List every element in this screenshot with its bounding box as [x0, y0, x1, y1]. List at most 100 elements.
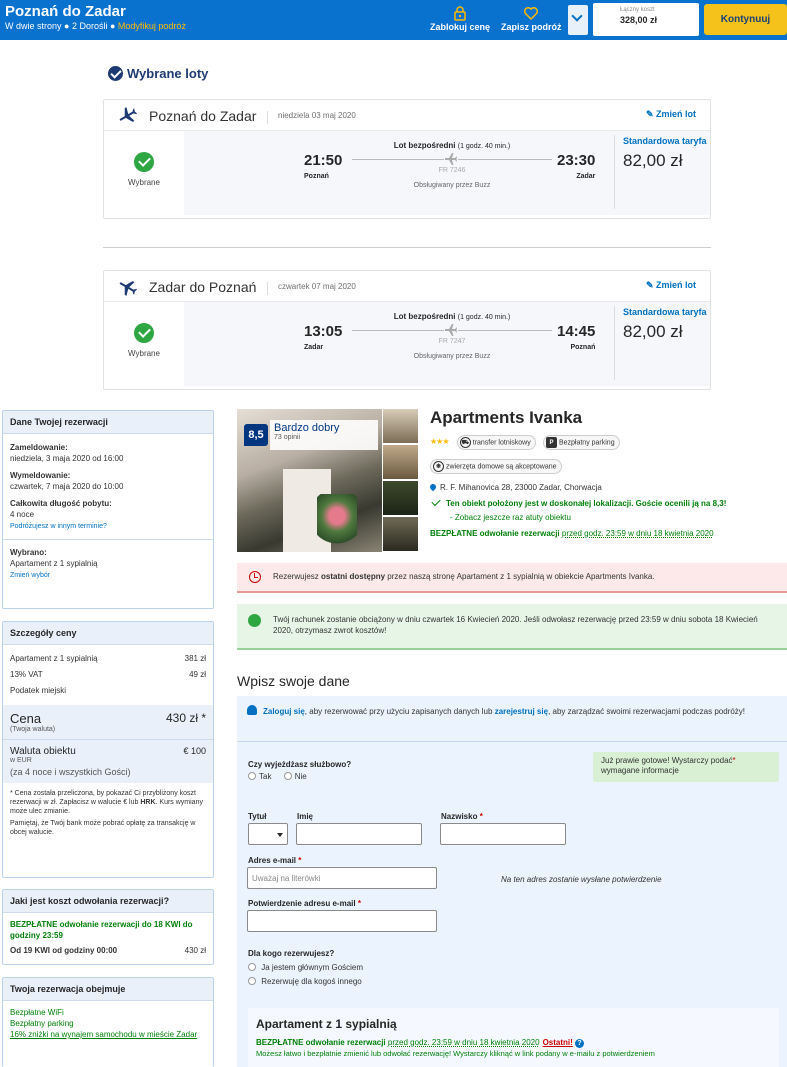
cancellation-title: Jaki jest koszt odwołania rezerwacji?	[3, 890, 213, 913]
include-item: Bezpłatny parking	[10, 1019, 74, 1028]
pencil-icon: ✎	[645, 280, 654, 290]
total-cost-value: 328,00 zł	[620, 15, 658, 25]
hotel-name: Apartments Ivanka	[430, 408, 583, 427]
room-title: Apartament z 1 sypialnią	[256, 1017, 397, 1031]
email-input[interactable]: Uważaj na literówki	[247, 867, 437, 889]
shuttle-icon: ⛟	[459, 437, 471, 448]
flight-info: Lot bezpośredni (1 godz. 40 min.) FR 724…	[352, 141, 552, 189]
sign-in-link[interactable]: Zaloguj się	[263, 707, 305, 716]
flight-info: Lot bezpośredni (1 godz. 40 min.) FR 724…	[352, 312, 552, 360]
form-title: Wpisz swoje dane	[237, 673, 350, 689]
confirm-email-input[interactable]	[247, 910, 437, 932]
main-guest-radio[interactable]: Ja jestem głównym Gościem	[248, 963, 363, 972]
hotel-address: R. F. Mihanovica 28, 23000 Zadar, Chorwa…	[428, 482, 602, 492]
flight-details: 13:05 Zadar Lot bezpośredni (1 godz. 40 m…	[184, 302, 710, 386]
tag-free-parking: P Bezpłatny parking	[542, 435, 620, 450]
flight-details: 21:50 Poznań Lot bezpośredni (1 godz. 40 …	[184, 131, 710, 215]
flight-card-return: Zadar do Poznań czwartek 07 maj 2020 ✎ Z…	[103, 270, 711, 390]
total-cost-label: Łączny koszt	[620, 7, 655, 13]
star-rating: ★★★	[430, 437, 449, 447]
first-name-input[interactable]	[296, 823, 422, 845]
booking-for-question: Dla kogo rezerwujesz?	[248, 949, 335, 958]
room-cancel-description: Możesz łatwo i bezpłatnie zmienić lub od…	[256, 1049, 655, 1058]
selected-flights-title: Wybrane loty	[108, 66, 208, 81]
someone-else-radio[interactable]: Rezerwuję dla kogoś innego	[248, 977, 362, 986]
payment-info-alert: Twój rachunek zostanie obciążony w dniu …	[237, 604, 787, 650]
photo-thumbnails[interactable]	[383, 409, 419, 552]
lock-icon	[454, 6, 466, 21]
thumbnail[interactable]	[383, 445, 418, 479]
review-score: 8,5	[244, 424, 268, 446]
include-item: Bezpłatne WiFi	[10, 1008, 64, 1017]
selected-indicator: Wybrane	[104, 302, 184, 390]
trip-route: Poznań do Zadar	[5, 3, 126, 20]
change-flight-link[interactable]: ✎ Zmień lot	[646, 280, 696, 291]
title-select[interactable]	[248, 823, 288, 845]
fare-type[interactable]: Standardowa taryfa	[623, 306, 710, 318]
modify-trip-link[interactable]: Modyfikuj podróż	[118, 21, 186, 31]
thumbnail[interactable]	[383, 481, 418, 515]
other-dates-link[interactable]: Podróżujesz w innym terminie?	[10, 523, 107, 530]
last-name-input[interactable]	[440, 823, 566, 845]
car-rental-link[interactable]: 16% zniżki na wynajem samochodu w mieści…	[10, 1029, 206, 1040]
check-icon	[431, 496, 441, 507]
flight-route: Poznań do Zadar	[149, 108, 257, 124]
login-prompt: Zaloguj się, aby rezerwować przy użyciu …	[247, 705, 772, 717]
trip-summary: W dwie strony ● 2 Dorośli ● Modyfikuj po…	[5, 21, 186, 31]
plane-icon	[119, 281, 137, 296]
fare-type[interactable]: Standardowa taryfa	[623, 135, 710, 147]
trip-type: W dwie strony	[5, 21, 62, 31]
change-choice-link[interactable]: Zmień wybór	[10, 572, 50, 579]
first-name-label: Imię	[297, 812, 314, 821]
includes-box: Twoja rezerwacja obejmuje Bezpłatne WiFi…	[2, 977, 214, 1067]
user-icon	[247, 705, 257, 715]
clock-icon	[249, 571, 261, 583]
business-no-radio[interactable]: Nie	[283, 772, 307, 781]
thumbnail[interactable]	[383, 409, 418, 443]
check-circle-icon	[134, 323, 154, 343]
business-yes-radio[interactable]: Tak	[248, 772, 271, 781]
chevron-down-icon	[571, 10, 583, 22]
price-details-box: Szczegóły ceny Apartament z 1 sypialnią 3…	[2, 621, 214, 878]
price-row: Podatek miejski	[10, 686, 67, 695]
flight-price: 82,00 zł	[623, 322, 683, 341]
guest-details-form: Zaloguj się, aby rezerwować przy użyciu …	[237, 696, 787, 1067]
property-currency-price: € 100	[183, 746, 206, 756]
tag-pets-allowed: ❋ zwierzęta domowe są akceptowane	[430, 459, 562, 474]
lock-price-button[interactable]: Zablokuj cenę	[430, 5, 490, 32]
flight-price: 82,00 zł	[623, 151, 683, 170]
flight-date: niedziela 03 maj 2020	[267, 111, 356, 124]
flight-card-outbound: Poznań do Zadar niedziela 03 maj 2020 ✎ …	[103, 99, 711, 219]
check-circle-icon	[108, 66, 123, 81]
flight-header: Poznań do Zadar niedziela 03 maj 2020 ✎ …	[104, 100, 710, 131]
total-cost-box: Łączny koszt 328,00 zł	[593, 3, 699, 36]
property-highlights-link[interactable]: Zobacz jeszcze raz atuty obiektu	[455, 513, 571, 522]
departure: 21:50 Poznań	[304, 152, 343, 180]
last-available-alert: Rezerwujesz ostatni dostępny przez naszą…	[237, 563, 787, 593]
check-circle-icon	[134, 152, 154, 172]
fare-price: Standardowa taryfa 82,00 zł	[614, 135, 710, 209]
price-row: Apartament z 1 sypialnią 381 zł	[10, 654, 206, 663]
last-name-label: Nazwisko *	[441, 812, 483, 821]
business-trip-question: Czy wyjeżdżasz służbowo?	[248, 760, 352, 769]
plane-icon	[119, 107, 137, 122]
help-icon[interactable]: ?	[575, 1039, 585, 1048]
change-flight-link[interactable]: ✎ Zmień lot	[646, 109, 696, 120]
selected-indicator: Wybrane	[104, 131, 184, 219]
save-trip-button[interactable]: Zapisz podróż	[501, 5, 562, 32]
continue-button[interactable]: Kontynuuj	[704, 4, 787, 35]
title-label: Tytuł	[248, 812, 267, 821]
arrival: 14:45 Poznań	[557, 323, 596, 351]
chosen-room: Apartament z 1 sypialnią	[10, 559, 98, 568]
price-details-toggle[interactable]	[568, 5, 588, 35]
bank-fee-note: Pamiętaj, że Twój bank może pobrać opłat…	[10, 820, 196, 836]
thumbnail[interactable]	[383, 517, 418, 551]
price-row: 13% VAT 49 zł	[10, 670, 206, 679]
fare-price: Standardowa taryfa 82,00 zł	[614, 306, 710, 380]
email-label: Adres e-mail *	[248, 856, 302, 865]
checkout-value: czwartek, 7 maja 2020 do 10:00	[10, 482, 124, 491]
review-summary[interactable]: Bardzo dobry 73 opinii	[270, 420, 378, 450]
price-details-title: Szczegóły ceny	[3, 622, 213, 645]
register-link[interactable]: zarejestruj się	[495, 707, 548, 716]
flight-date: czwartek 07 maj 2020	[267, 282, 356, 295]
